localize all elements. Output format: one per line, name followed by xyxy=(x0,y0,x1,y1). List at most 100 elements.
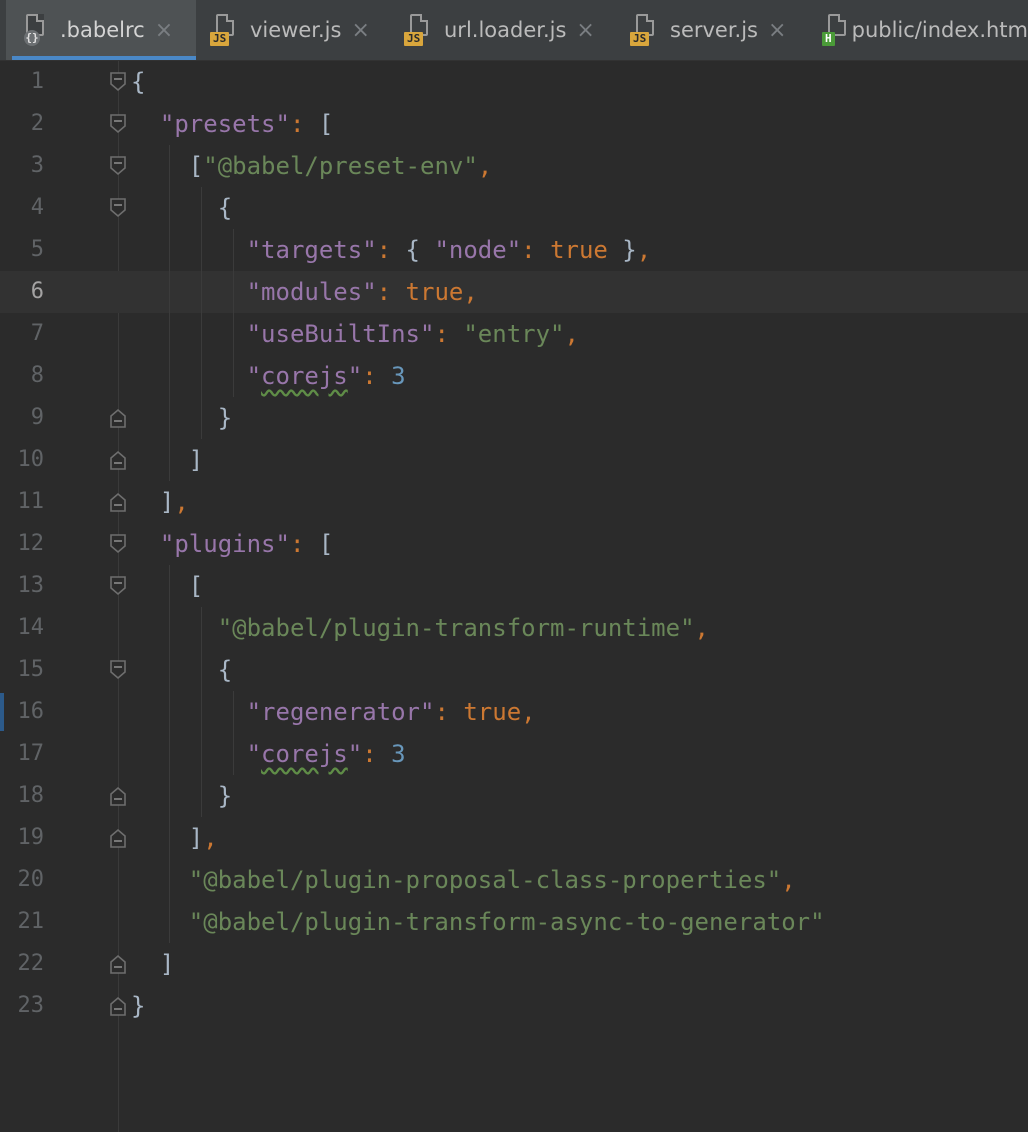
code-line[interactable]: 9 } xyxy=(0,397,1028,439)
code-line[interactable]: 1{ xyxy=(0,61,1028,103)
line-number: 20 xyxy=(17,867,45,892)
code-line[interactable]: 3 ["@babel/preset-env", xyxy=(0,145,1028,187)
line-number: 21 xyxy=(17,909,45,934)
code-text[interactable]: { xyxy=(131,61,145,103)
code-text[interactable]: "@babel/plugin-transform-runtime", xyxy=(131,607,709,649)
code-line[interactable]: 16 "regenerator": true, xyxy=(0,691,1028,733)
fold-end-icon[interactable] xyxy=(109,954,127,974)
fold-collapse-icon[interactable] xyxy=(109,156,127,176)
code-editor[interactable]: 1{2 "presets": [3 ["@babel/preset-env", 4… xyxy=(0,61,1028,1132)
code-text[interactable]: } xyxy=(131,985,145,1027)
fold-end-icon[interactable] xyxy=(109,450,127,470)
line-number: 2 xyxy=(30,111,44,136)
code-text[interactable]: } xyxy=(131,397,232,439)
close-tab-icon[interactable]: × xyxy=(155,18,173,43)
fold-collapse-icon[interactable] xyxy=(109,660,127,680)
code-text[interactable]: ] xyxy=(131,439,203,481)
line-number: 5 xyxy=(30,237,44,262)
tab-label: url.loader.js xyxy=(444,18,567,42)
fold-end-icon[interactable] xyxy=(109,996,127,1016)
code-line[interactable]: 11 ], xyxy=(0,481,1028,523)
code-text[interactable]: "presets": [ xyxy=(131,103,333,145)
code-line[interactable]: 13 [ xyxy=(0,565,1028,607)
javascript-file-icon: JS xyxy=(630,14,660,46)
code-line[interactable]: 18 } xyxy=(0,775,1028,817)
line-number: 3 xyxy=(30,153,44,178)
fold-collapse-icon[interactable] xyxy=(109,114,127,134)
code-text[interactable]: "regenerator": true, xyxy=(131,691,536,733)
fold-collapse-icon[interactable] xyxy=(109,576,127,596)
code-line[interactable]: 22 ] xyxy=(0,943,1028,985)
code-line[interactable]: 20 "@babel/plugin-proposal-class-propert… xyxy=(0,859,1028,901)
editor-tab-bar: {} .babelrc × JS viewer.js × JS url.loader.js × J… xyxy=(0,0,1028,61)
tab-server-js[interactable]: JS server.js × xyxy=(616,0,808,60)
line-number: 18 xyxy=(17,783,45,808)
code-line[interactable]: 5 "targets": { "node": true }, xyxy=(0,229,1028,271)
change-marker xyxy=(0,693,4,731)
config-file-icon: {} xyxy=(20,14,50,46)
code-text[interactable]: { xyxy=(131,649,232,691)
code-line[interactable]: 21 "@babel/plugin-transform-async-to-gen… xyxy=(0,901,1028,943)
code-line[interactable]: 19 ], xyxy=(0,817,1028,859)
code-text[interactable]: ], xyxy=(131,481,189,523)
fold-collapse-icon[interactable] xyxy=(109,72,127,92)
close-tab-icon[interactable]: × xyxy=(768,18,786,43)
code-text[interactable]: "corejs": 3 xyxy=(131,733,406,775)
code-line[interactable]: 15 { xyxy=(0,649,1028,691)
javascript-file-icon: JS xyxy=(210,14,240,46)
tab-label: server.js xyxy=(670,18,758,42)
tab-label: public/index.htm xyxy=(851,18,1028,42)
fold-end-icon[interactable] xyxy=(109,492,127,512)
code-text[interactable]: "modules": true, xyxy=(131,271,478,313)
line-number: 19 xyxy=(17,825,45,850)
fold-end-icon[interactable] xyxy=(109,408,127,428)
code-text[interactable]: { xyxy=(131,187,232,229)
fold-collapse-icon[interactable] xyxy=(109,534,127,554)
line-number: 16 xyxy=(17,699,45,724)
tab-public-index-htm[interactable]: Hpublic/index.htm xyxy=(808,0,1028,60)
tab-viewer-js[interactable]: JS viewer.js × xyxy=(196,0,390,60)
line-number: 6 xyxy=(30,279,44,304)
line-number: 11 xyxy=(17,489,45,514)
code-line[interactable]: 4 { xyxy=(0,187,1028,229)
line-number: 14 xyxy=(17,615,45,640)
fold-end-icon[interactable] xyxy=(109,786,127,806)
close-tab-icon[interactable]: × xyxy=(351,18,369,43)
fold-end-icon[interactable] xyxy=(109,828,127,848)
code-line[interactable]: 6 "modules": true, xyxy=(0,271,1028,313)
close-tab-icon[interactable]: × xyxy=(576,18,594,43)
tab-label: viewer.js xyxy=(250,18,342,42)
code-text[interactable]: [ xyxy=(131,565,203,607)
tab-label: .babelrc xyxy=(60,18,145,42)
line-number: 10 xyxy=(17,447,45,472)
line-number: 22 xyxy=(17,951,45,976)
code-text[interactable]: "corejs": 3 xyxy=(131,355,406,397)
code-text[interactable]: "useBuiltIns": "entry", xyxy=(131,313,579,355)
line-number: 9 xyxy=(30,405,44,430)
code-text[interactable]: } xyxy=(131,775,232,817)
code-text[interactable]: ], xyxy=(131,817,218,859)
code-text[interactable]: "@babel/plugin-proposal-class-properties… xyxy=(131,859,796,901)
code-text[interactable]: "targets": { "node": true }, xyxy=(131,229,652,271)
line-number: 17 xyxy=(17,741,45,766)
code-line[interactable]: 23} xyxy=(0,985,1028,1027)
code-text[interactable]: ] xyxy=(131,943,174,985)
code-text[interactable]: "@babel/plugin-transform-async-to-genera… xyxy=(131,901,825,943)
code-line[interactable]: 8 "corejs": 3 xyxy=(0,355,1028,397)
code-line[interactable]: 2 "presets": [ xyxy=(0,103,1028,145)
code-text[interactable]: "plugins": [ xyxy=(131,523,333,565)
code-line[interactable]: 10 ] xyxy=(0,439,1028,481)
code-line[interactable]: 14 "@babel/plugin-transform-runtime", xyxy=(0,607,1028,649)
tab-babelrc[interactable]: {} .babelrc × xyxy=(6,0,196,60)
javascript-file-icon: JS xyxy=(404,14,434,46)
code-line[interactable]: 17 "corejs": 3 xyxy=(0,733,1028,775)
line-number: 12 xyxy=(17,531,45,556)
code-text[interactable]: ["@babel/preset-env", xyxy=(131,145,492,187)
line-number: 1 xyxy=(30,69,44,94)
code-line[interactable]: 7 "useBuiltIns": "entry", xyxy=(0,313,1028,355)
line-number: 13 xyxy=(17,573,45,598)
fold-collapse-icon[interactable] xyxy=(109,198,127,218)
code-line[interactable]: 12 "plugins": [ xyxy=(0,523,1028,565)
tab-url-loader-js[interactable]: JS url.loader.js × xyxy=(390,0,616,60)
line-number: 4 xyxy=(30,195,44,220)
